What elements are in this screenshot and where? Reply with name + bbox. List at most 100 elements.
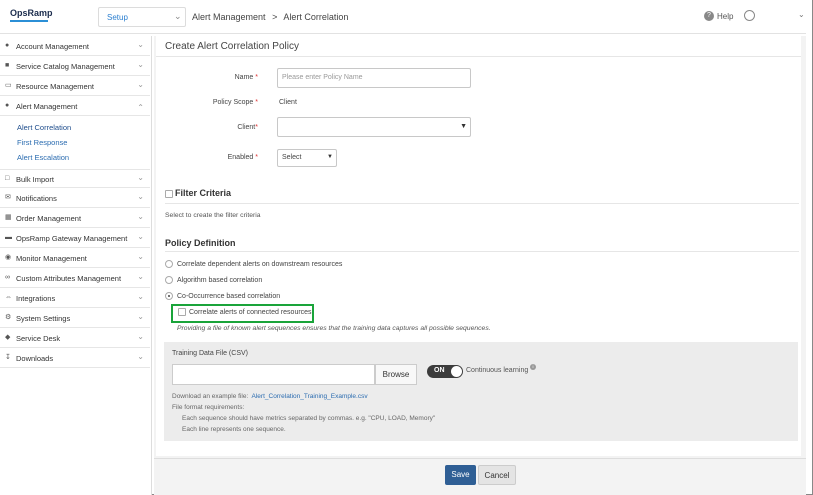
chevron-down-icon: ⌄ xyxy=(137,60,144,69)
sidebar-item-label: Service Desk xyxy=(16,334,61,343)
gear-icon: ⚙ xyxy=(5,314,12,321)
chevron-down-icon: ⌄ xyxy=(137,40,144,49)
chevron-down-icon: ⌄ xyxy=(137,80,144,89)
module-select-value: Setup xyxy=(107,13,128,22)
toggle-knob xyxy=(451,366,462,377)
download-prefix: Download an example file: xyxy=(172,393,249,400)
sidebar-item-label: Notifications xyxy=(16,194,57,203)
sidebar-item-downloads[interactable]: ↧ Downloads ⌄ xyxy=(0,349,150,368)
monitor-icon: ▭ xyxy=(5,82,12,89)
sequence-hint: Providing a file of known alert sequence… xyxy=(177,325,491,332)
download-example-line: Download an example file: Alert_Correlat… xyxy=(172,393,368,400)
policy-scope-label-text: Policy Scope xyxy=(212,99,254,106)
sidebar-item-opsramp-gateway-management[interactable]: ▬ OpsRamp Gateway Management ⌄ xyxy=(0,229,150,248)
sidebar-subitem-alert-correlation[interactable]: Alert Correlation xyxy=(17,123,71,132)
gateway-icon: ▬ xyxy=(5,234,12,241)
sidebar-item-custom-attributes-management[interactable]: ∞ Custom Attributes Management ⌄ xyxy=(0,269,150,288)
requirement-2: Each line represents one sequence. xyxy=(182,426,286,433)
sidebar-item-order-management[interactable]: ▦ Order Management ⌄ xyxy=(0,209,150,228)
order-icon: ▦ xyxy=(5,214,12,221)
training-file-input[interactable] xyxy=(172,364,375,385)
sidebar-item-system-settings[interactable]: ⚙ System Settings ⌄ xyxy=(0,309,150,328)
sidebar-item-account-management[interactable]: ● Account Management ⌄ xyxy=(0,37,150,56)
footer-divider xyxy=(154,458,806,459)
browse-button[interactable]: Browse xyxy=(375,364,417,385)
policy-scope-value: Client xyxy=(279,99,297,106)
required-mark: * xyxy=(255,74,258,81)
required-mark: * xyxy=(255,154,258,161)
highlight-box xyxy=(171,304,314,323)
help-link[interactable]: ? Help xyxy=(704,11,733,21)
sidebar-item-label: Integrations xyxy=(16,294,56,303)
sidebar-item-label: Bulk Import xyxy=(16,175,54,184)
sidebar-item-label: OpsRamp Gateway Management xyxy=(16,234,128,243)
sidebar-item-service-desk[interactable]: ◆ Service Desk ⌄ xyxy=(0,329,150,348)
breadcrumb-item-alert-management[interactable]: Alert Management xyxy=(192,12,266,22)
training-data-label: Training Data File (CSV) xyxy=(172,350,248,357)
filter-criteria-hint: Select to create the filter criteria xyxy=(165,212,261,219)
sidebar-item-label: Service Catalog Management xyxy=(16,62,115,71)
radio-co-occurrence[interactable] xyxy=(165,292,173,300)
chevron-down-icon: ⌄ xyxy=(137,252,144,261)
chevron-down-icon: ⌄ xyxy=(174,11,182,21)
policy-definition-title: Policy Definition xyxy=(165,238,236,248)
continuous-learning-toggle[interactable]: ON xyxy=(427,365,463,378)
policy-scope-label: Policy Scope * xyxy=(158,99,258,106)
chevron-down-icon: ⌄ xyxy=(137,232,144,241)
example-file-link[interactable]: Alert_Correlation_Training_Example.csv xyxy=(252,393,368,400)
sidebar-item-resource-management[interactable]: ▭ Resource Management ⌄ xyxy=(0,77,150,96)
required-mark: * xyxy=(255,99,258,106)
client-select[interactable]: ▼ xyxy=(277,117,471,137)
enabled-select[interactable]: Select ▼ xyxy=(277,149,337,167)
info-icon[interactable]: i xyxy=(530,364,536,370)
integrations-icon: ⇔ xyxy=(5,294,12,301)
sidebar-item-label: Account Management xyxy=(16,42,89,51)
option-algorithm-based-label: Algorithm based correlation xyxy=(177,277,263,284)
sidebar-item-monitor-management[interactable]: ◉ Monitor Management ⌄ xyxy=(0,249,150,268)
top-bar: OpsRamp Setup ⌄ Alert Management > Alert… xyxy=(0,0,806,34)
sidebar-item-integrations[interactable]: ⇔ Integrations ⌄ xyxy=(0,289,150,308)
sidebar-item-bulk-import[interactable]: □ Bulk Import ⌄ xyxy=(0,169,150,188)
attributes-icon: ∞ xyxy=(5,274,10,281)
opsramp-logo[interactable]: OpsRamp xyxy=(10,8,53,18)
filter-criteria-title: Filter Criteria xyxy=(175,188,232,198)
save-button[interactable]: Save xyxy=(445,465,476,485)
catalog-icon: ■ xyxy=(5,62,10,69)
chevron-down-icon[interactable]: ⌄ xyxy=(798,10,805,19)
enabled-label: Enabled * xyxy=(158,154,258,161)
required-mark: * xyxy=(255,124,258,131)
sidebar-item-alert-management[interactable]: ● Alert Management ⌃ xyxy=(0,97,150,116)
sidebar-item-label: Resource Management xyxy=(16,82,94,91)
breadcrumb-item-alert-correlation: Alert Correlation xyxy=(283,12,349,22)
policy-name-input[interactable]: Please enter Policy Name xyxy=(277,68,471,88)
logo-underline xyxy=(10,20,48,22)
name-label: Name * xyxy=(158,74,258,81)
requirement-1: Each sequence should have metrics separa… xyxy=(182,415,436,422)
user-avatar-icon[interactable] xyxy=(744,10,755,21)
radio-dependent-alerts[interactable] xyxy=(165,260,173,268)
user-icon: ● xyxy=(5,42,10,49)
cancel-button[interactable]: Cancel xyxy=(478,465,516,485)
client-label: Client* xyxy=(158,124,258,131)
sidebar-subitem-first-response[interactable]: First Response xyxy=(17,138,67,147)
chevron-down-icon: ⌄ xyxy=(137,272,144,281)
sidebar-item-label: Order Management xyxy=(16,214,82,223)
sidebar-item-label: System Settings xyxy=(16,314,71,323)
filter-criteria-checkbox[interactable] xyxy=(165,190,173,198)
chevron-down-icon: ⌄ xyxy=(137,173,144,182)
chevron-down-icon: ⌄ xyxy=(137,312,144,321)
radio-algorithm-based[interactable] xyxy=(165,276,173,284)
chevron-down-icon: ⌄ xyxy=(137,292,144,301)
page-title: Create Alert Correlation Policy xyxy=(165,41,299,52)
name-label-text: Name xyxy=(234,74,254,81)
policy-divider xyxy=(165,251,799,252)
sidebar-subitem-alert-escalation[interactable]: Alert Escalation xyxy=(17,153,69,162)
sidebar-item-label: Alert Management xyxy=(16,102,78,111)
sidebar-item-service-catalog-management[interactable]: ■ Service Catalog Management ⌄ xyxy=(0,57,150,76)
module-select[interactable]: Setup ⌄ xyxy=(98,7,186,27)
sidebar-item-notifications[interactable]: ✉ Notifications ⌄ xyxy=(0,189,150,208)
breadcrumb: Alert Management > Alert Correlation xyxy=(192,12,352,22)
help-icon: ? xyxy=(704,11,714,21)
enabled-select-value: Select xyxy=(282,154,302,161)
continuous-learning-label: Continuous learning xyxy=(466,367,529,374)
